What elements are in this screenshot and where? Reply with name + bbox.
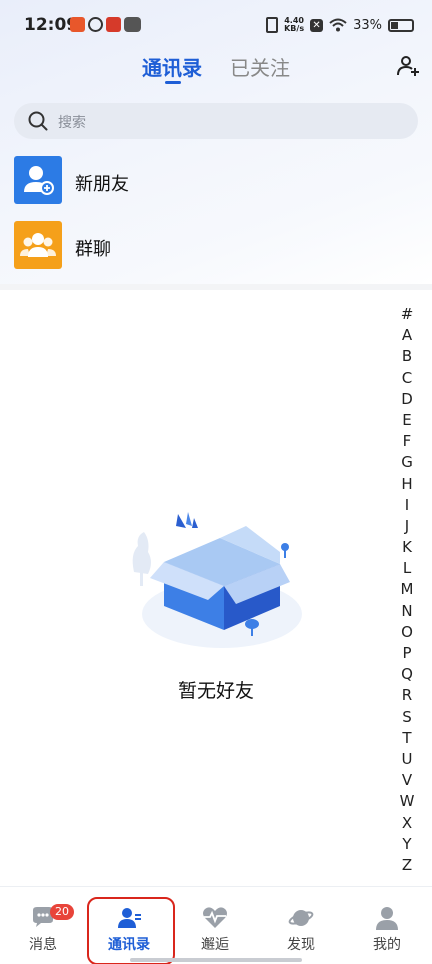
alpha-index-letter[interactable]: B [396, 346, 418, 367]
alpha-index-letter[interactable]: K [396, 537, 418, 558]
vibrate-icon [266, 17, 279, 33]
tab-following[interactable]: 已关注 [230, 52, 290, 81]
alpha-index-letter[interactable]: Y [396, 834, 418, 855]
profile-icon [376, 907, 398, 930]
search-icon [28, 111, 48, 131]
home-indicator [130, 958, 302, 962]
nav-messages-label: 消息 [29, 937, 57, 953]
notification-app-icon-2 [106, 17, 121, 32]
alpha-index-letter[interactable]: L [396, 558, 418, 579]
alpha-index-letter[interactable]: X [396, 813, 418, 834]
alpha-index-letter[interactable]: Z [396, 855, 418, 876]
notification-sync-icon [88, 17, 103, 32]
alpha-index-letter[interactable]: S [396, 707, 418, 728]
messages-badge: 20 [50, 904, 74, 920]
alpha-index-letter[interactable]: U [396, 749, 418, 770]
alpha-index-letter[interactable]: C [396, 368, 418, 389]
status-bar: 12:09 4.40 KB/s ✕ 33% [0, 0, 432, 50]
alpha-index-letter[interactable]: D [396, 389, 418, 410]
net-speed-unit: KB/s [284, 24, 305, 33]
status-right: 4.40 KB/s ✕ 33% [266, 14, 414, 36]
nav-discover[interactable]: 发现 [258, 887, 344, 964]
new-friends-item[interactable]: 新朋友 [0, 154, 432, 210]
bottom-tab-bar: 20 消息 通讯录 邂逅 发现 我的 [0, 886, 432, 964]
no-sim-icon: ✕ [310, 18, 324, 32]
nav-messages[interactable]: 20 消息 [0, 887, 86, 964]
alphabet-index[interactable]: # A B C D E F G H I J K L M N O P Q R S T U V W X Y Z [396, 304, 418, 876]
group-chat-icon [14, 221, 62, 269]
nav-encounter-label: 邂逅 [201, 937, 229, 953]
search-placeholder: 搜索 [58, 115, 86, 131]
new-friends-label: 新朋友 [75, 174, 129, 195]
alpha-index-letter[interactable]: O [396, 622, 418, 643]
alpha-index-letter[interactable]: H [396, 474, 418, 495]
wifi-icon [329, 18, 347, 32]
alpha-index-letter[interactable]: W [396, 791, 418, 812]
heartbeat-icon [203, 907, 227, 928]
tab-contacts[interactable]: 通讯录 [142, 52, 202, 81]
tab-active-indicator [165, 81, 181, 84]
nav-profile[interactable]: 我的 [344, 887, 430, 964]
nav-discover-label: 发现 [287, 937, 315, 953]
planet-icon [288, 910, 314, 926]
alpha-index-letter[interactable]: # [396, 304, 418, 325]
section-divider [0, 284, 432, 290]
nav-profile-label: 我的 [373, 937, 401, 953]
nav-encounter[interactable]: 邂逅 [172, 887, 258, 964]
battery-percent: 33% [353, 17, 382, 33]
new-friend-icon [14, 156, 62, 204]
empty-box-illustration [132, 512, 302, 648]
empty-state-text: 暂无好友 [177, 680, 254, 702]
group-chat-label: 群聊 [75, 239, 111, 260]
group-chat-item[interactable]: 群聊 [0, 219, 432, 275]
alpha-index-letter[interactable]: J [396, 516, 418, 537]
alpha-index-letter[interactable]: N [396, 601, 418, 622]
alpha-index-letter[interactable]: I [396, 495, 418, 516]
notification-app-icon [70, 17, 85, 32]
network-speed: 4.40 KB/s [284, 17, 304, 33]
alpha-index-letter[interactable]: T [396, 728, 418, 749]
highlight-box [87, 897, 175, 964]
alpha-index-letter[interactable]: G [396, 452, 418, 473]
alpha-index-letter[interactable]: P [396, 643, 418, 664]
alpha-index-letter[interactable]: A [396, 325, 418, 346]
notification-app-icon-3 [124, 17, 141, 32]
alpha-index-letter[interactable]: M [396, 579, 418, 600]
alpha-index-letter[interactable]: E [396, 410, 418, 431]
alpha-index-letter[interactable]: F [396, 431, 418, 452]
battery-icon [388, 18, 414, 32]
search-bar[interactable]: 搜索 [14, 103, 418, 139]
alpha-index-letter[interactable]: V [396, 770, 418, 791]
person-plus-icon[interactable] [396, 54, 420, 78]
